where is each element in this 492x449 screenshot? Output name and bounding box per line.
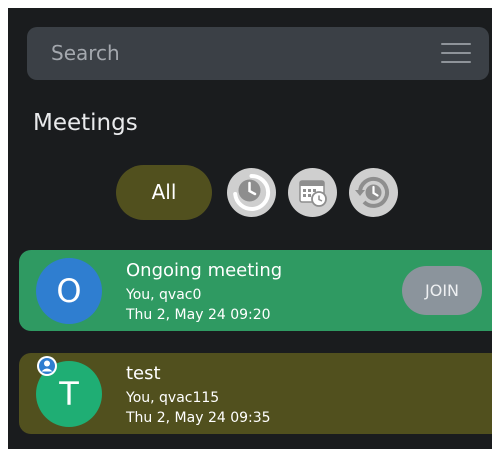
meeting-datetime: Thu 2, May 24 09:20	[126, 307, 271, 323]
meeting-datetime: Thu 2, May 24 09:35	[126, 410, 271, 426]
meeting-card-test[interactable]: T test You, qvac115 Thu 2, May 24 09:35	[19, 353, 492, 434]
meeting-participants: You, qvac115	[126, 390, 220, 406]
recent-clock-icon[interactable]	[227, 168, 276, 217]
user-badge-icon	[36, 355, 58, 377]
search-bar[interactable]: Search	[27, 27, 489, 80]
meeting-card-ongoing[interactable]: O Ongoing meeting You, qvac0 Thu 2, May …	[19, 250, 492, 331]
hamburger-menu-icon[interactable]	[441, 41, 471, 65]
avatar: O	[36, 258, 102, 324]
app-screen: Search Meetings All O Ongoing meeting Yo…	[8, 8, 492, 449]
meeting-title: Ongoing meeting	[126, 260, 283, 281]
filter-all-button[interactable]: All	[116, 165, 212, 220]
search-placeholder: Search	[51, 41, 120, 65]
scheduled-calendar-icon[interactable]	[288, 168, 337, 217]
meeting-title: test	[126, 363, 161, 384]
meeting-participants: You, qvac0	[126, 287, 202, 303]
history-icon[interactable]	[349, 168, 398, 217]
section-title: Meetings	[33, 110, 138, 136]
join-button[interactable]: JOIN	[402, 266, 482, 315]
